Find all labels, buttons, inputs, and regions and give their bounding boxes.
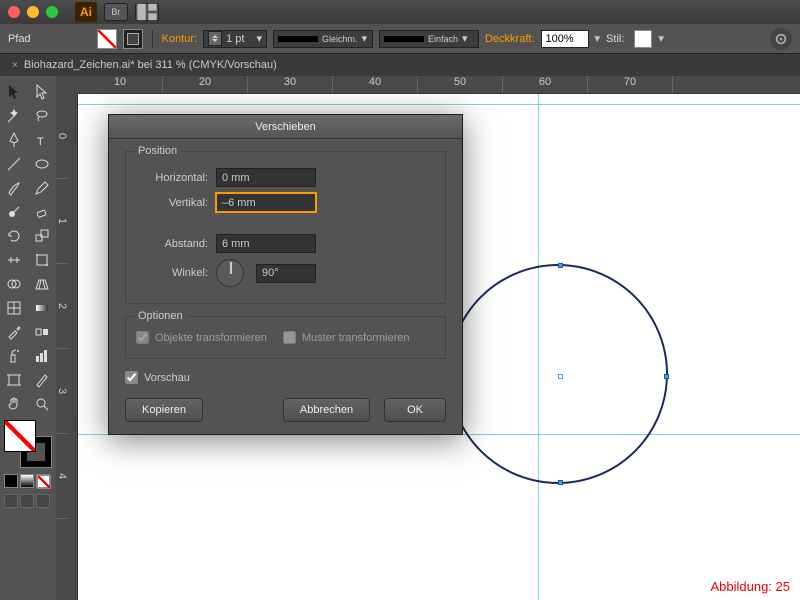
options-fieldset: Optionen Objekte transformieren Muster t…: [125, 316, 446, 359]
rotate-tool[interactable]: [0, 224, 28, 248]
separator: [152, 30, 153, 48]
preview-checkbox[interactable]: Vorschau: [125, 371, 446, 384]
app-logo-icon: Ai: [75, 2, 97, 22]
distance-input[interactable]: 6 mm: [216, 234, 316, 253]
cap-dropdown[interactable]: Gleichm.▾: [273, 30, 373, 48]
eraser-tool[interactable]: [28, 200, 56, 224]
draw-mode-row: [4, 494, 52, 508]
stroke-preview-icon: [278, 36, 318, 42]
type-tool[interactable]: T: [28, 128, 56, 152]
join-dropdown[interactable]: Einfach▾: [379, 30, 479, 48]
position-fieldset: Position Horizontal:0 mm Vertikal:–6 mm …: [125, 151, 446, 304]
transform-patterns-checkbox[interactable]: Muster transformieren: [283, 331, 410, 344]
blend-tool[interactable]: [28, 320, 56, 344]
opacity-label[interactable]: Deckkraft:: [485, 33, 535, 45]
anchor-point[interactable]: [664, 374, 669, 379]
copy-button[interactable]: Kopieren: [125, 398, 203, 422]
color-mode-row: [4, 474, 52, 488]
symbol-sprayer-tool[interactable]: [0, 344, 28, 368]
draw-inside-icon[interactable]: [36, 494, 50, 508]
figure-caption: Abbildung: 25: [708, 577, 792, 596]
circle-path[interactable]: [448, 264, 668, 484]
blob-brush-tool[interactable]: [0, 200, 28, 224]
angle-label: Winkel:: [136, 267, 208, 279]
titlebar: Ai Br: [0, 0, 800, 24]
selection-tool[interactable]: [0, 80, 28, 104]
line-tool[interactable]: [0, 152, 28, 176]
selection-label: Pfad: [8, 33, 31, 45]
gradient-icon[interactable]: [20, 474, 34, 488]
shape-builder-tool[interactable]: [0, 272, 28, 296]
workspace-button[interactable]: [135, 3, 159, 21]
ellipse-tool[interactable]: [28, 152, 56, 176]
horizontal-guide[interactable]: [78, 104, 800, 105]
style-swatch[interactable]: [634, 30, 652, 48]
fill-swatch[interactable]: [97, 29, 117, 49]
draw-behind-icon[interactable]: [20, 494, 34, 508]
transform-objects-checkbox[interactable]: Objekte transformieren: [136, 331, 267, 344]
horizontal-ruler[interactable]: 10203040506070: [78, 76, 800, 94]
stepper-icon[interactable]: [208, 31, 222, 46]
fill-stroke-indicator[interactable]: [4, 420, 52, 468]
vertical-label: Vertikal:: [136, 197, 208, 209]
graph-tool[interactable]: [28, 344, 56, 368]
stroke-label[interactable]: Kontur:: [162, 33, 197, 45]
distance-label: Abstand:: [136, 238, 208, 250]
direct-selection-tool[interactable]: [28, 80, 56, 104]
dialog-title: Verschieben: [109, 115, 462, 139]
zoom-tool[interactable]: [28, 392, 56, 416]
angle-input[interactable]: 90°: [256, 264, 316, 283]
minimize-traffic-light[interactable]: [27, 6, 39, 18]
anchor-point[interactable]: [558, 480, 563, 485]
angle-knob[interactable]: [216, 259, 244, 287]
ok-button[interactable]: OK: [384, 398, 446, 422]
mesh-tool[interactable]: [0, 296, 28, 320]
svg-text:T: T: [37, 136, 44, 148]
hand-tool[interactable]: [0, 392, 28, 416]
close-tab-icon[interactable]: ×: [12, 60, 18, 71]
width-tool[interactable]: [0, 248, 28, 272]
control-bar: Pfad Kontur: 1 pt▾ Gleichm.▾ Einfach▾ De…: [0, 24, 800, 54]
move-dialog: Verschieben Position Horizontal: 0 mm Ver…: [108, 114, 463, 435]
vertical-ruler[interactable]: 01234: [56, 94, 78, 600]
horizontal-label: Horizontal:: [136, 172, 208, 184]
none-icon[interactable]: [36, 474, 50, 488]
scale-tool[interactable]: [28, 224, 56, 248]
pencil-tool[interactable]: [28, 176, 56, 200]
solid-color-icon[interactable]: [4, 474, 18, 488]
pen-tool[interactable]: [0, 128, 28, 152]
center-point[interactable]: [558, 374, 563, 379]
close-traffic-light[interactable]: [8, 6, 20, 18]
stroke-weight-value: 1 pt: [226, 33, 244, 45]
vertical-input[interactable]: –6 mm: [216, 193, 316, 212]
artboard-tool[interactable]: [0, 368, 28, 392]
eyedropper-tool[interactable]: [0, 320, 28, 344]
gear-icon[interactable]: [770, 28, 792, 50]
bridge-button[interactable]: Br: [104, 3, 128, 21]
lasso-tool[interactable]: [28, 104, 56, 128]
position-legend: Position: [134, 145, 181, 157]
perspective-tool[interactable]: [28, 272, 56, 296]
magic-wand-tool[interactable]: [0, 104, 28, 128]
anchor-point[interactable]: [558, 263, 563, 268]
stroke-swatch[interactable]: [123, 29, 143, 49]
gradient-tool[interactable]: [28, 296, 56, 320]
cancel-button[interactable]: Abbrechen: [283, 398, 370, 422]
style-label: Stil:: [606, 33, 624, 45]
document-tab[interactable]: × Biohazard_Zeichen.ai* bei 311 % (CMYK/…: [0, 54, 800, 76]
fill-box[interactable]: [4, 420, 36, 452]
options-legend: Optionen: [134, 310, 187, 322]
toolbox: T: [0, 76, 56, 600]
horizontal-input[interactable]: 0 mm: [216, 168, 316, 187]
zoom-traffic-light[interactable]: [46, 6, 58, 18]
free-transform-tool[interactable]: [28, 248, 56, 272]
stroke-weight-dropdown[interactable]: 1 pt▾: [203, 30, 267, 48]
document-title: Biohazard_Zeichen.ai* bei 311 % (CMYK/Vo…: [24, 59, 277, 71]
opacity-input[interactable]: 100%: [541, 30, 589, 48]
draw-normal-icon[interactable]: [4, 494, 18, 508]
brush-tool[interactable]: [0, 176, 28, 200]
stroke-preview-icon: [384, 36, 424, 42]
slice-tool[interactable]: [28, 368, 56, 392]
